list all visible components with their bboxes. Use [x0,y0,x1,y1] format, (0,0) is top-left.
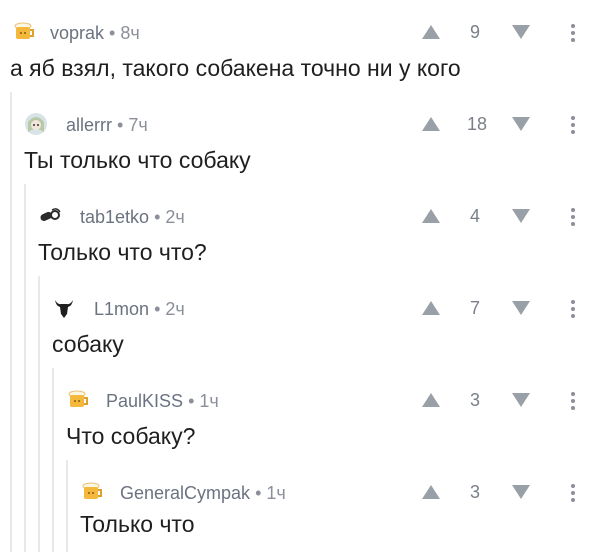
arrow-down-icon [512,209,530,223]
upvote-button[interactable] [420,391,442,409]
more-menu-button[interactable] [568,205,578,229]
thread-line-level-2 [24,184,26,552]
anime-girl-avatar-icon [25,113,47,135]
dot-icon [571,222,575,226]
avatar[interactable] [38,204,62,228]
thread-line-level-1 [10,92,12,552]
beer-mug-icon [82,482,102,499]
rating: 3 [469,482,480,502]
pills-icon [40,208,61,222]
comment-meta: L1mon • 2ч [94,299,185,320]
upvote-button[interactable] [420,299,442,317]
downvote-button[interactable] [510,299,532,317]
comment-text: собаку [52,331,124,357]
arrow-up-icon [422,485,440,499]
downvote-button[interactable] [510,391,532,409]
comment-text: Что собаку? [66,423,196,449]
dot-icon [571,399,575,403]
comment-meta: voprak • 8ч [50,23,140,44]
arrow-down-icon [512,25,530,39]
beer-mug-icon [14,22,34,39]
dot-icon [571,307,575,311]
thread-line-level-4 [52,368,54,552]
comment-time: • 7ч [117,115,148,135]
dot-icon [571,314,575,318]
dot-icon [571,208,575,212]
dot-icon [571,38,575,42]
arrow-up-icon [422,117,440,131]
dot-icon [571,123,575,127]
arrow-up-icon [422,301,440,315]
rating: 4 [469,206,480,226]
arrow-down-icon [512,301,530,315]
comment-time: • 8ч [109,23,140,43]
author-name[interactable]: voprak [50,23,104,43]
dot-icon [571,300,575,304]
arrow-down-icon [512,485,530,499]
comment-meta: allerrr • 7ч [66,115,148,136]
arrow-down-icon [512,117,530,131]
dot-icon [571,491,575,495]
dot-icon [571,31,575,35]
comment-meta: PaulKISS • 1ч [106,391,219,412]
upvote-button[interactable] [420,115,442,133]
comment-text: а яб взял, такого собакена точно ни у ко… [10,55,461,81]
arrow-up-icon [422,393,440,407]
comment-text: Только что что? [38,239,207,265]
comment-meta: tab1etko • 2ч [80,207,185,228]
arrow-up-icon [422,209,440,223]
rating: 18 [466,114,488,134]
dot-icon [571,24,575,28]
upvote-button[interactable] [420,207,442,225]
author-name[interactable]: PaulKISS [106,391,183,411]
avatar[interactable] [66,388,90,412]
comment-meta: GeneralCympak • 1ч [120,483,286,504]
comment-text: Ты только что собаку [24,147,251,173]
avatar[interactable] [52,296,76,320]
more-menu-button[interactable] [568,21,578,45]
comment-time: • 2ч [154,299,185,319]
upvote-button[interactable] [420,483,442,501]
downvote-button[interactable] [510,483,532,501]
thread-line-level-5 [66,460,68,552]
dot-icon [571,392,575,396]
more-menu-button[interactable] [568,113,578,137]
avatar[interactable] [80,480,104,504]
rating: 7 [469,298,480,318]
downvote-button[interactable] [510,207,532,225]
arrow-down-icon [512,393,530,407]
more-menu-button[interactable] [568,481,578,505]
comment-text: Только что [80,511,195,537]
arrow-up-icon [422,25,440,39]
author-name[interactable]: allerrr [66,115,112,135]
more-menu-button[interactable] [568,389,578,413]
author-name[interactable]: L1mon [94,299,149,319]
downvote-button[interactable] [510,115,532,133]
comment-time: • 1ч [188,391,219,411]
dot-icon [571,116,575,120]
dot-icon [571,130,575,134]
thread-line-level-3 [38,276,40,552]
dot-icon [571,498,575,502]
upvote-button[interactable] [420,23,442,41]
downvote-button[interactable] [510,23,532,41]
avatar[interactable] [12,20,36,44]
dot-icon [571,215,575,219]
author-name[interactable]: tab1etko [80,207,149,227]
author-name[interactable]: GeneralCympak [120,483,250,503]
beer-mug-icon [68,390,88,407]
dot-icon [571,484,575,488]
dot-icon [571,406,575,410]
bull-head-icon [55,300,73,318]
comment-time: • 1ч [255,483,286,503]
rating: 9 [469,22,480,42]
more-menu-button[interactable] [568,297,578,321]
comment-time: • 2ч [154,207,185,227]
avatar[interactable] [24,112,48,136]
rating: 3 [469,390,480,410]
